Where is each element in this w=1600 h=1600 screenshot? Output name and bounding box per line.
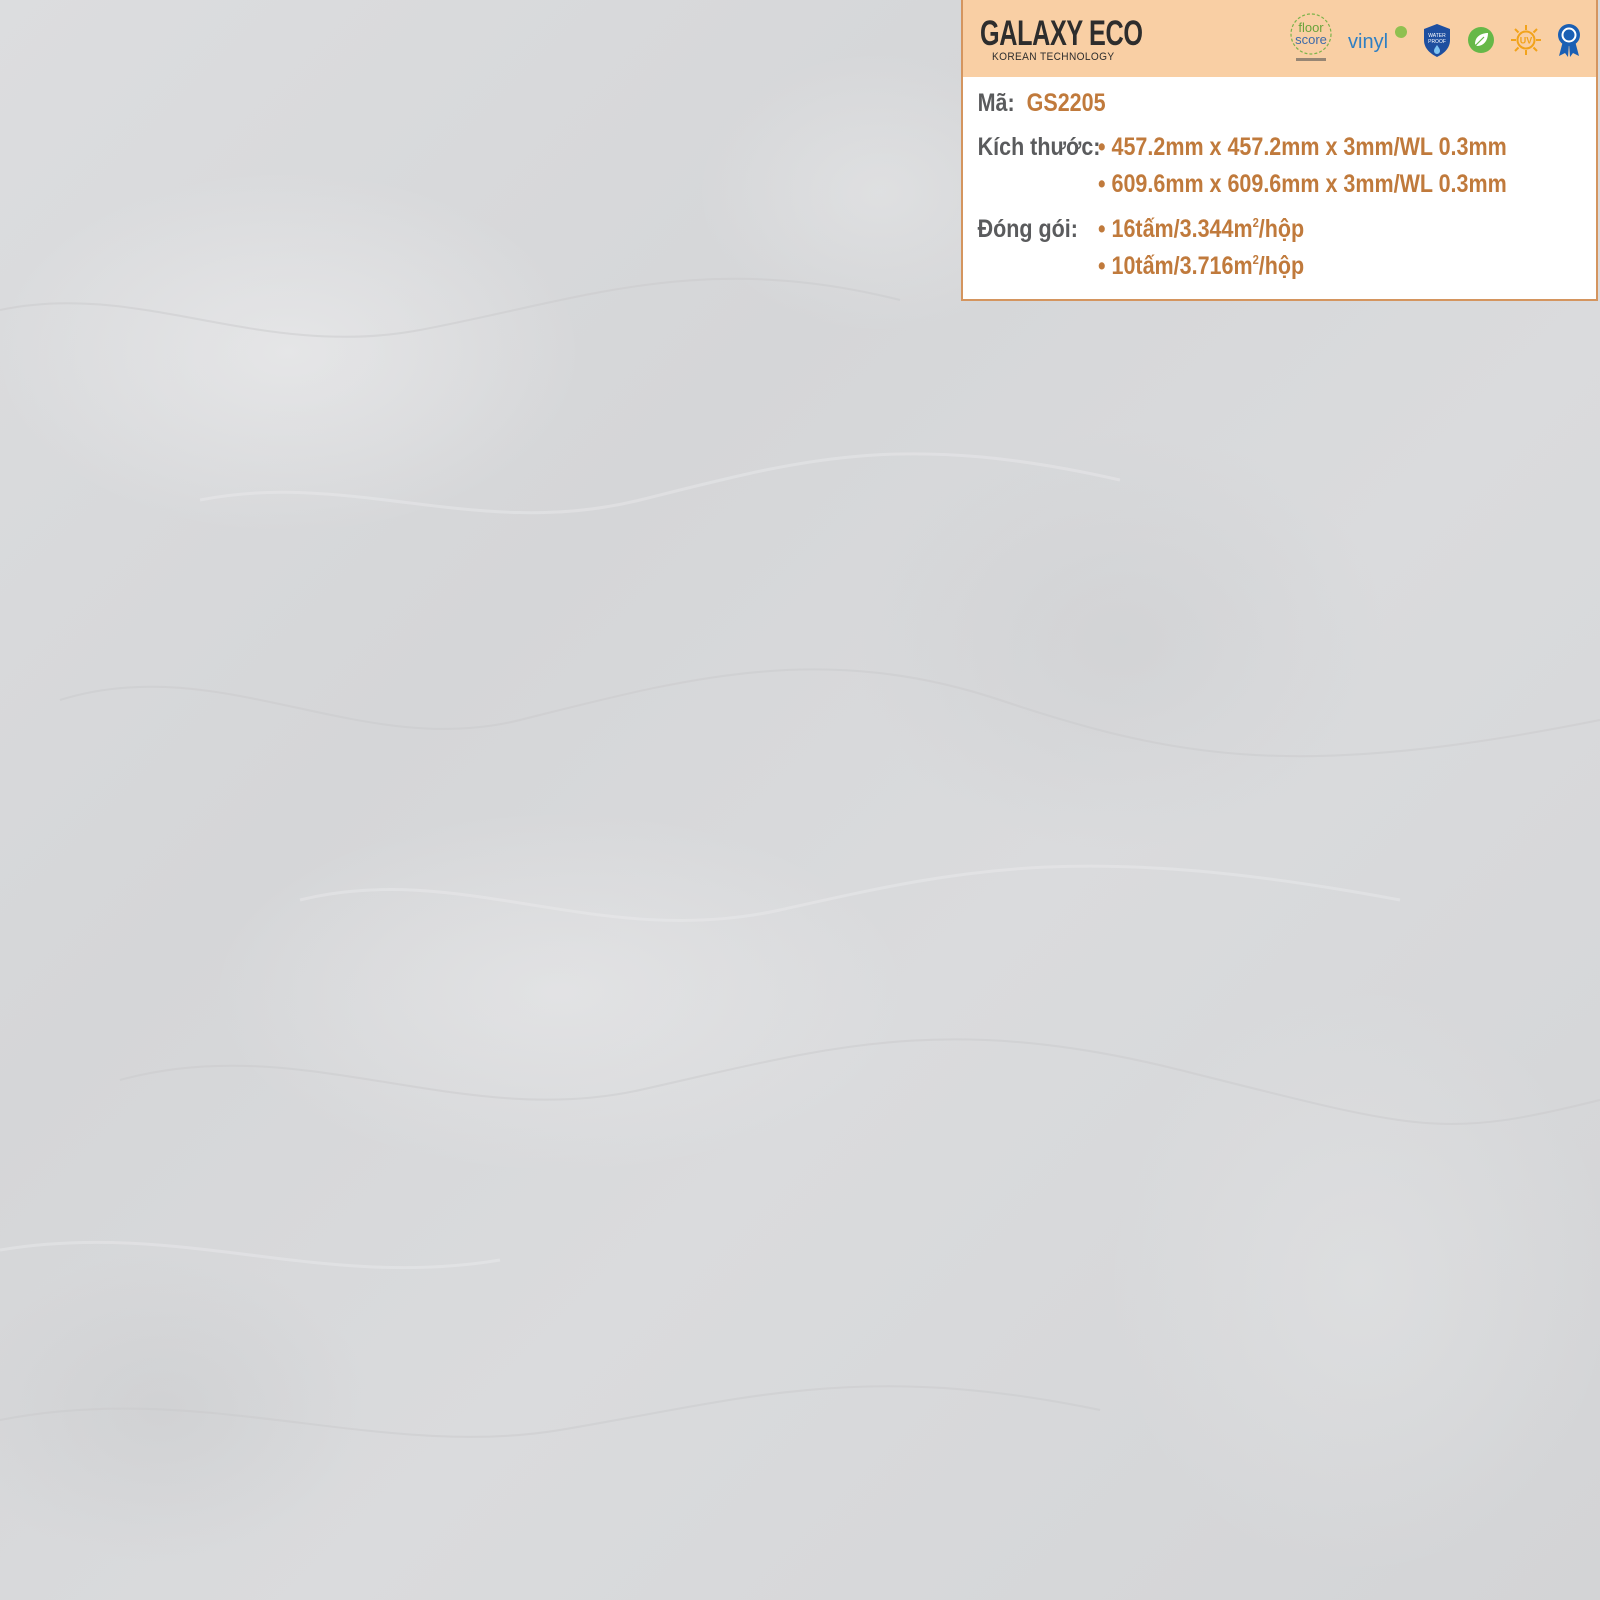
packing-option-2: • 10tấm/3.716m2/hộp xyxy=(1098,252,1305,280)
brand-tagline: KOREAN TECHNOLOGY xyxy=(992,51,1115,63)
svg-text:score: score xyxy=(1295,32,1327,47)
svg-text:PROOF: PROOF xyxy=(1428,39,1446,45)
svg-text:UV: UV xyxy=(1520,36,1533,46)
brand-name: GALAXY ECO xyxy=(980,14,1143,53)
card-header: GALAXY ECO KOREAN TECHNOLOGY floor score… xyxy=(963,0,1596,77)
product-code: GS2205 xyxy=(1026,89,1106,117)
vinyl-icon: vinyl xyxy=(1346,20,1408,60)
floorscore-icon: floor score xyxy=(1286,12,1336,68)
packing-option-1: • 16tấm/3.344m2/hộp xyxy=(1098,215,1305,243)
uv-resistant-icon: UV xyxy=(1510,24,1542,56)
size-option-1: • 457.2mm x 457.2mm x 3mm/WL 0.3mm xyxy=(1098,133,1507,161)
size-label: Kích thước: xyxy=(977,133,1101,161)
size-option-2: • 609.6mm x 609.6mm x 3mm/WL 0.3mm xyxy=(1098,170,1507,198)
product-info-card: GALAXY ECO KOREAN TECHNOLOGY floor score… xyxy=(961,0,1598,301)
code-label: Mã: xyxy=(977,89,1015,117)
waterproof-icon: WATER PROOF xyxy=(1422,22,1452,58)
quality-award-ribbon-icon xyxy=(1556,23,1582,57)
svg-text:vinyl: vinyl xyxy=(1348,31,1388,53)
product-code-row: Mã: GS2205 xyxy=(963,88,1511,122)
certification-badges: floor score vinyl WATER PROOF UV xyxy=(1286,12,1582,68)
packing-row: Đóng gói: • 16tấm/3.344m2/hộp • 10tấm/3.… xyxy=(963,214,1479,288)
packing-label: Đóng gói: xyxy=(977,215,1078,243)
size-row: Kích thước: • 457.2mm x 457.2mm x 3mm/WL… xyxy=(963,132,1599,206)
eco-leaf-icon xyxy=(1466,25,1496,55)
galaxy-eco-logo: GALAXY ECO KOREAN TECHNOLOGY xyxy=(980,14,1143,64)
